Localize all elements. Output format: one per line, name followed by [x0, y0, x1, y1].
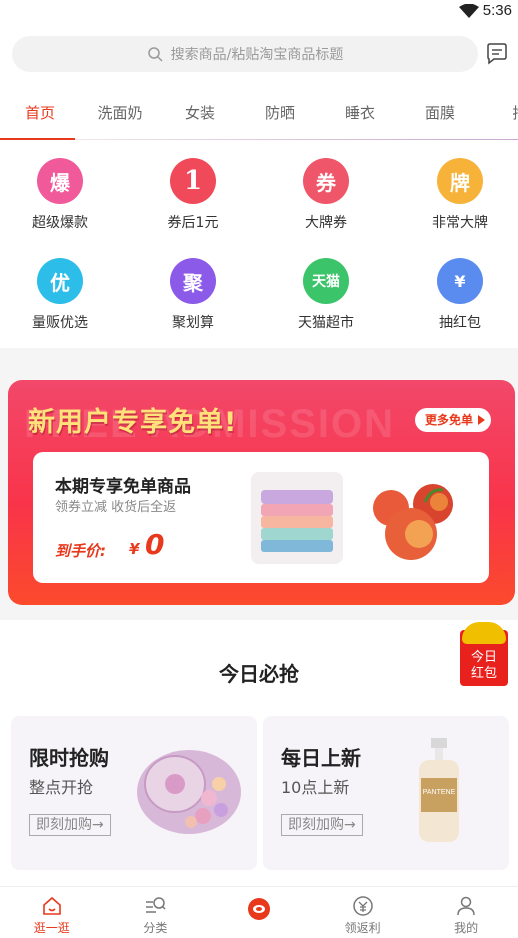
- nav-rebate[interactable]: 领返利: [311, 887, 415, 938]
- new-user-banner[interactable]: FREE ADMISSION 新用户专享免单! 更多免单 本期专享免单商品 领券…: [8, 380, 515, 605]
- towel-product-image[interactable]: [251, 472, 343, 564]
- section-title: 今日必抢: [219, 662, 299, 686]
- grid-item-bulk[interactable]: 优 量贩优选: [8, 252, 112, 342]
- tabs-divider: [75, 139, 518, 140]
- tab-pajamas[interactable]: 睡衣: [320, 94, 400, 140]
- juhuasuan-icon: 聚: [170, 258, 216, 304]
- deal-subtitle: 整点开抢: [29, 778, 94, 797]
- grid-label: 抽红包: [439, 315, 481, 331]
- profile-icon: [457, 896, 475, 916]
- search-placeholder: 搜索商品/粘贴淘宝商品标题: [170, 47, 344, 63]
- search-input[interactable]: 搜索商品/粘贴淘宝商品标题: [12, 36, 478, 72]
- more-free-label: 更多免单: [424, 413, 473, 427]
- tmall-icon: 天猫: [303, 258, 349, 304]
- price-label: 到手价:: [55, 542, 106, 560]
- daily-new-card[interactable]: 每日上新 10点上新 即刻加购→ PANTENE: [263, 716, 509, 870]
- message-icon[interactable]: [484, 41, 510, 67]
- grid-label: 非常大牌: [432, 215, 488, 231]
- tab-womens[interactable]: 女装: [160, 94, 240, 140]
- powder-pearls-image: [137, 750, 241, 834]
- price-value: 0: [145, 528, 165, 561]
- shortcut-grid: 爆 超级爆款 1 券后1元 券 大牌券 牌 非常大牌 优 量贩优选 聚 聚划算 …: [0, 152, 518, 348]
- grid-label: 超级爆款: [32, 215, 88, 231]
- brand-icon: 牌: [437, 158, 483, 204]
- search-row: 搜索商品/粘贴淘宝商品标题: [0, 36, 518, 72]
- grid-item-one-yuan[interactable]: 1 券后1元: [141, 152, 245, 242]
- banner-title: 新用户专享免单!: [28, 407, 238, 438]
- grid-item-tmall-market[interactable]: 天猫 天猫超市: [274, 252, 378, 342]
- active-tab-indicator: [0, 138, 75, 140]
- search-icon: [147, 47, 163, 62]
- nav-label: 领返利: [344, 921, 381, 935]
- tab-slippers[interactable]: 拖: [480, 94, 518, 140]
- grid-item-brand[interactable]: 牌 非常大牌: [408, 152, 512, 242]
- tab-home[interactable]: 首页: [0, 94, 80, 140]
- add-to-cart-button[interactable]: 即刻加购→: [29, 814, 111, 836]
- grid-item-juhuasuan[interactable]: 聚 聚划算: [141, 252, 245, 342]
- bottom-nav: 逛一逛 分类 领返利 我的: [0, 886, 518, 938]
- flash-sale-card[interactable]: 限时抢购 整点开抢 即刻加购→: [11, 716, 257, 870]
- price-currency: ¥: [129, 540, 140, 558]
- tab-mask[interactable]: 面膜: [400, 94, 480, 140]
- nav-label: 分类: [143, 921, 168, 935]
- red-packet-flap: [462, 622, 506, 644]
- nav-center[interactable]: [207, 887, 311, 938]
- more-free-button[interactable]: 更多免单: [414, 408, 491, 432]
- status-time: 5:36: [482, 2, 512, 19]
- tab-cleanser[interactable]: 洗面奶: [80, 94, 160, 140]
- grid-label: 天猫超市: [298, 315, 354, 331]
- grid-label: 量贩优选: [32, 315, 88, 331]
- arrow-right-icon: [478, 415, 485, 425]
- add-to-cart-button[interactable]: 即刻加购→: [281, 814, 363, 836]
- deal-title: 每日上新: [281, 746, 361, 770]
- grid-item-coupon[interactable]: 券 大牌券: [274, 152, 378, 242]
- grid-label: 聚划算: [172, 315, 214, 331]
- rebate-icon: [352, 896, 373, 916]
- home-icon: [42, 896, 61, 915]
- deal-subtitle: 10点上新: [281, 778, 350, 797]
- nav-category[interactable]: 分类: [104, 887, 208, 938]
- hot-icon: 爆: [37, 158, 83, 204]
- card-subtitle: 领券立减 收货后全返: [55, 500, 177, 515]
- nav-home[interactable]: 逛一逛: [0, 887, 104, 938]
- wifi-icon: [459, 4, 479, 18]
- bulk-icon: 优: [37, 258, 83, 304]
- product-brand-text: PANTENE: [423, 789, 456, 796]
- coupon-icon: 券: [303, 158, 349, 204]
- card-title: 本期专享免单商品: [55, 477, 191, 497]
- nav-profile[interactable]: 我的: [414, 887, 518, 938]
- grid-label: 券后1元: [167, 215, 219, 231]
- grid-item-red-packet[interactable]: ¥ 抽红包: [408, 252, 512, 342]
- peach-product-image[interactable]: [365, 472, 463, 564]
- one-yuan-icon: 1: [170, 158, 216, 204]
- tab-sunscreen[interactable]: 防晒: [240, 94, 320, 140]
- category-search-icon: [146, 897, 166, 913]
- red-packet-icon: ¥: [437, 258, 483, 304]
- shampoo-bottle-image: PANTENE: [419, 738, 459, 842]
- grid-item-hot[interactable]: 爆 超级爆款: [8, 152, 112, 242]
- nav-label: 我的: [454, 921, 479, 935]
- category-tabs: 首页 洗面奶 女装 防晒 睡衣 面膜 拖: [0, 94, 518, 140]
- nav-label: 逛一逛: [33, 921, 70, 935]
- status-bar: 5:36: [0, 0, 518, 24]
- free-product-card[interactable]: 本期专享免单商品 领券立减 收货后全返 到手价: ¥ 0: [33, 452, 489, 583]
- grid-label: 大牌券: [305, 215, 347, 231]
- center-logo-icon: [247, 898, 270, 920]
- deal-title: 限时抢购: [29, 746, 109, 770]
